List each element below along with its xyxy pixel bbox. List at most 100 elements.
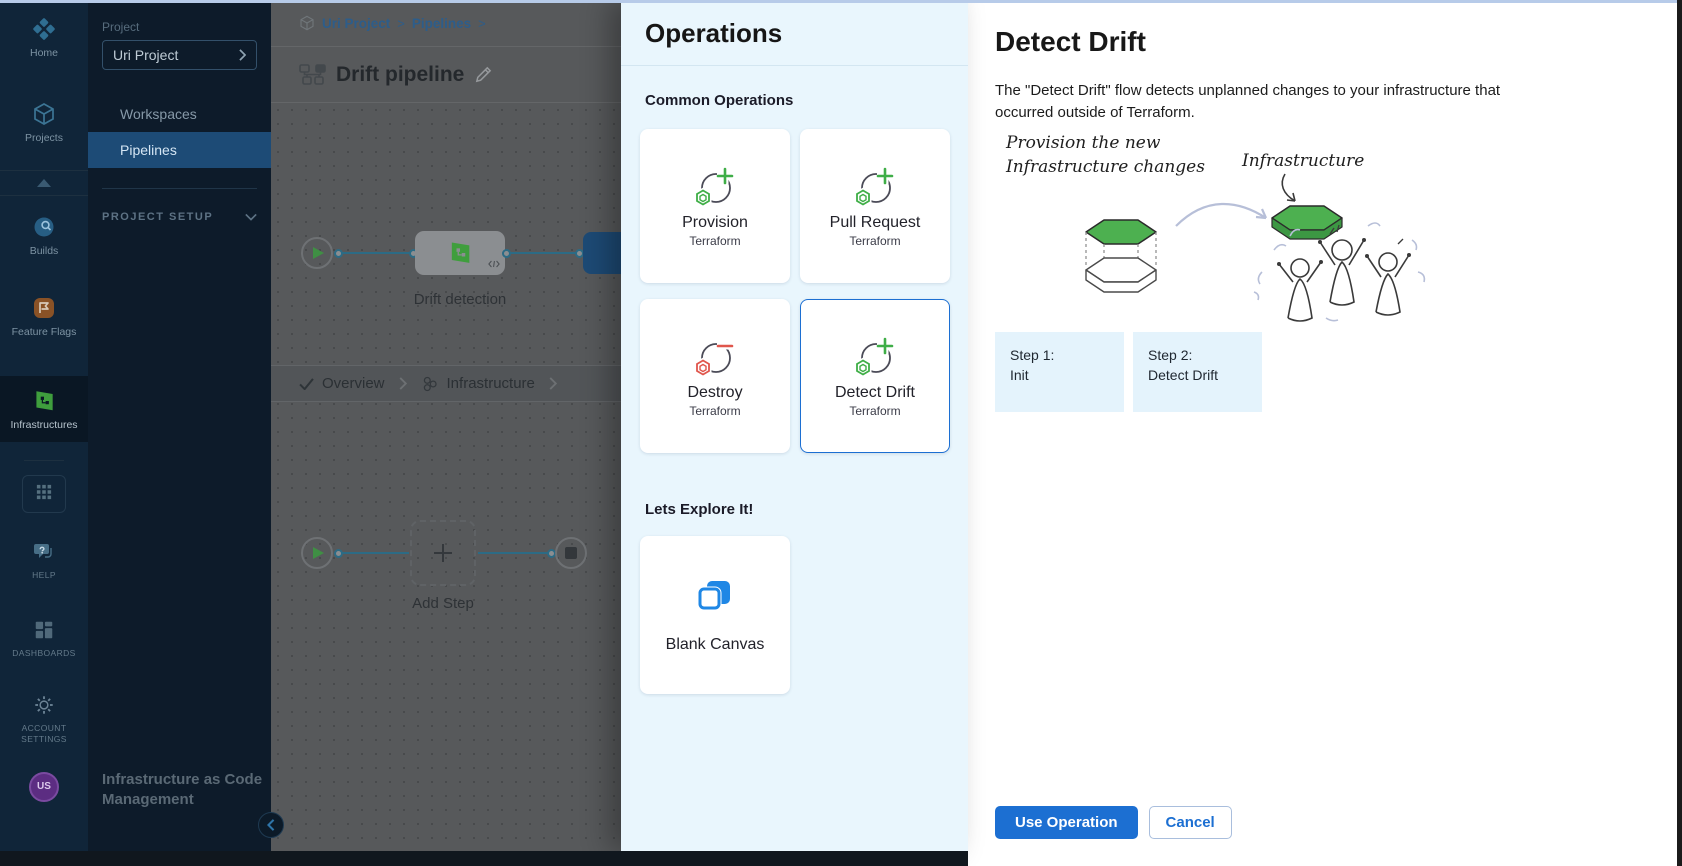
rail-item-feature-flags[interactable]: Feature Flags xyxy=(0,295,88,338)
rail-item-builds[interactable]: Builds xyxy=(0,214,88,257)
feature-flags-icon xyxy=(31,295,57,321)
cube-icon xyxy=(299,15,315,31)
stage-label: Drift detection xyxy=(375,291,545,308)
plus-icon xyxy=(432,542,454,564)
page-title: Drift pipeline xyxy=(336,63,464,87)
destroy-icon xyxy=(691,334,739,380)
chevron-down-icon xyxy=(245,213,257,221)
rail-item-home[interactable]: Home xyxy=(0,16,88,59)
project-setup-toggle[interactable]: PROJECT SETUP xyxy=(102,211,257,223)
rail-item-infrastructures[interactable]: Infrastructures xyxy=(0,376,88,442)
edit-pencil-icon[interactable] xyxy=(474,65,493,84)
hexagons-icon xyxy=(421,375,439,393)
rail-item-label: Infrastructures xyxy=(10,419,77,431)
rail-item-module-selector[interactable] xyxy=(22,475,66,513)
caret-up-icon xyxy=(37,174,51,192)
connector-line xyxy=(478,552,548,554)
operation-name: Provision xyxy=(682,214,748,232)
tab-overview[interactable]: Overview xyxy=(299,375,385,392)
sidebar-collapse-button[interactable] xyxy=(258,812,284,838)
illustration-label-left-2: Infrastructure changes xyxy=(1005,157,1205,177)
breadcrumb-project-link[interactable]: Uri Project xyxy=(322,16,390,31)
breadcrumb: Uri Project > Pipelines > xyxy=(271,0,621,47)
breadcrumb-separator: > xyxy=(478,16,486,31)
project-label: Project xyxy=(102,20,257,34)
detect-drift-panel: Detect Drift The "Detect Drift" flow det… xyxy=(968,0,1682,866)
add-step-label: Add Step xyxy=(377,595,509,612)
play-icon xyxy=(313,247,324,259)
chevron-right-icon xyxy=(549,377,557,390)
common-operations-label: Common Operations xyxy=(645,92,950,109)
operation-name: Blank Canvas xyxy=(666,636,765,654)
tab-infrastructure[interactable]: Infrastructure xyxy=(421,375,535,393)
project-name: Uri Project xyxy=(113,47,178,63)
operation-card-provision[interactable]: Provision Terraform xyxy=(640,129,790,283)
operation-name: Detect Drift xyxy=(835,384,915,402)
sidebar-item-workspaces[interactable]: Workspaces xyxy=(102,96,257,132)
provision-icon xyxy=(691,164,739,210)
check-icon xyxy=(299,378,314,390)
step-title: Step 2: xyxy=(1148,345,1247,365)
operation-name: Destroy xyxy=(687,384,742,402)
connector-line xyxy=(341,252,411,254)
operation-card-pull-request[interactable]: Pull Request Terraform xyxy=(800,129,950,283)
breadcrumb-pipelines-link[interactable]: Pipelines xyxy=(412,16,471,31)
add-step-node[interactable] xyxy=(410,520,476,586)
dashboards-icon xyxy=(31,617,57,643)
pipeline-icon xyxy=(299,64,326,85)
operations-drawer: Operations Common Operations Provision T… xyxy=(621,0,968,851)
rail-item-label: DASHBOARDS xyxy=(12,648,76,659)
panel-description: The "Detect Drift" flow detects unplanne… xyxy=(995,80,1547,124)
steps-row: Step 1: Init Step 2: Detect Drift xyxy=(995,332,1262,412)
cancel-button[interactable]: Cancel xyxy=(1149,806,1232,839)
operation-card-blank-canvas[interactable]: Blank Canvas xyxy=(640,536,790,694)
step-title: Step 1: xyxy=(1010,345,1109,365)
operation-card-detect-drift[interactable]: Detect Drift Terraform xyxy=(800,299,950,453)
use-operation-button[interactable]: Use Operation xyxy=(995,806,1138,839)
project-selector[interactable]: Uri Project xyxy=(102,40,257,70)
operation-subtitle: Terraform xyxy=(689,234,740,248)
drawer-title: Operations xyxy=(640,0,950,65)
rail-item-projects[interactable]: Projects xyxy=(0,101,88,144)
rail-item-label: ACCOUNT SETTINGS xyxy=(9,723,79,746)
step-name: Detect Drift xyxy=(1148,365,1247,385)
app-window: Home Projects Builds Feature Flags xyxy=(0,0,1682,866)
rail-item-label: Projects xyxy=(25,132,63,144)
rail-item-help[interactable]: HELP xyxy=(0,539,88,581)
explore-label: Lets Explore It! xyxy=(645,501,950,518)
window-bottom-edge xyxy=(0,851,968,866)
rail-item-account-settings[interactable]: ACCOUNT SETTINGS xyxy=(9,692,79,746)
stage-tabbar: Overview Infrastructure xyxy=(271,365,621,402)
pull-request-icon xyxy=(851,164,899,210)
window-right-edge xyxy=(1677,0,1682,866)
gear-icon xyxy=(31,692,57,718)
operation-subtitle: Terraform xyxy=(689,404,740,418)
tab-label: Infrastructure xyxy=(447,375,535,392)
pipeline-end-node[interactable] xyxy=(555,537,587,569)
pipeline-canvas[interactable]: Drift detection Overview Infrastructure xyxy=(271,103,621,851)
rail-item-label: Builds xyxy=(30,245,59,257)
step-name: Init xyxy=(1010,365,1109,385)
play-icon xyxy=(313,547,324,559)
help-chat-icon xyxy=(31,539,57,565)
stop-icon xyxy=(565,547,577,559)
pipeline-start-node[interactable] xyxy=(301,537,333,569)
tab-label: Overview xyxy=(322,375,385,392)
panel-title: Detect Drift xyxy=(995,26,1682,58)
stage-node-selected-stub[interactable] xyxy=(583,232,621,274)
stage-node-drift-detection[interactable] xyxy=(415,231,505,275)
operation-card-destroy[interactable]: Destroy Terraform xyxy=(640,299,790,453)
infrastructures-icon xyxy=(31,388,57,414)
detect-drift-icon xyxy=(851,334,899,380)
rail-item-dashboards[interactable]: DASHBOARDS xyxy=(0,617,88,659)
projects-icon xyxy=(31,101,57,127)
pipeline-start-node[interactable] xyxy=(301,237,333,269)
project-sidebar: Project Uri Project Workspaces Pipelines… xyxy=(88,0,271,851)
breadcrumb-separator: > xyxy=(397,16,405,31)
rail-scroll-up[interactable] xyxy=(0,170,88,196)
sidebar-item-pipelines[interactable]: Pipelines xyxy=(88,132,271,168)
user-avatar[interactable]: US xyxy=(29,772,59,802)
operation-subtitle: Terraform xyxy=(849,234,900,248)
pipeline-editor: Uri Project > Pipelines > Drift pipeline xyxy=(271,0,621,851)
operations-grid: Provision Terraform Pull Request Terrafo… xyxy=(640,129,950,453)
